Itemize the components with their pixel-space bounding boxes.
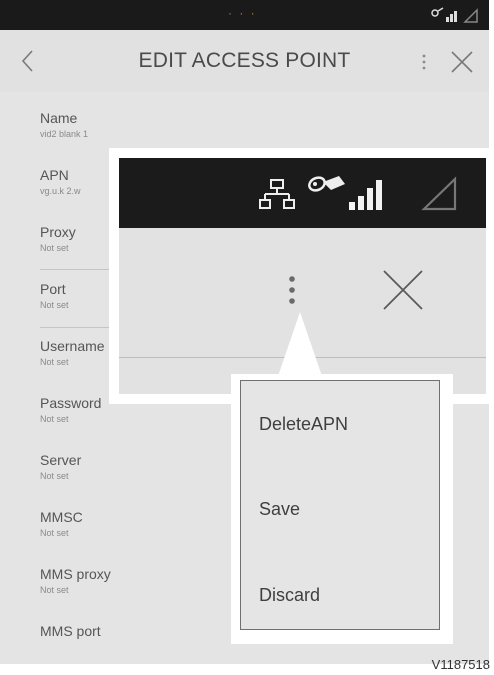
field-value: vid2 blank 1: [40, 129, 89, 139]
more-options-icon[interactable]: [287, 274, 297, 306]
signal-strength-icon: [349, 180, 382, 210]
status-indicator-icon: · · ·: [228, 6, 257, 20]
app-toolbar: EDIT ACCESS POINT: [0, 30, 489, 92]
field-value: Not set: [40, 528, 69, 538]
field-label: Username: [40, 338, 105, 354]
field-label: Server: [40, 452, 82, 468]
signal-icon: [431, 7, 478, 23]
field-label: Port: [40, 281, 66, 297]
field-value: Not set: [40, 414, 69, 424]
field-value: Not set: [40, 357, 69, 367]
status-bar: · · ·: [0, 0, 489, 30]
field-label: Name: [40, 110, 78, 126]
field-value: Not set: [40, 300, 69, 310]
field-label: MMSC: [40, 509, 83, 525]
field-label: APN: [40, 167, 69, 183]
field-value: vg.u.k 2.w: [40, 186, 81, 196]
page-title: EDIT ACCESS POINT: [138, 49, 351, 72]
field-label: MMS port: [40, 623, 101, 639]
more-options-icon[interactable]: [420, 52, 428, 72]
menu-item-delete-apn[interactable]: DeleteAPN: [259, 414, 348, 435]
field-label: Password: [40, 395, 102, 411]
no-signal-icon: [421, 176, 457, 211]
field-label: Proxy: [40, 224, 76, 240]
zoom-status-bar: [119, 158, 486, 228]
close-icon[interactable]: [449, 49, 475, 75]
field-label: MMS proxy: [40, 566, 111, 582]
satellite-icon: [308, 176, 345, 192]
menu-item-save[interactable]: Save: [259, 499, 300, 520]
field-value: Not set: [40, 585, 69, 595]
options-menu: DeleteAPN Save Discard: [240, 380, 440, 630]
figure: · · · EDIT ACCESS POINT Name vid2 blank …: [0, 0, 494, 675]
figure-id: V1187518: [431, 657, 490, 672]
menu-item-discard[interactable]: Discard: [259, 585, 320, 606]
callout-pointer: [276, 312, 324, 382]
field-value: Not set: [40, 243, 69, 253]
close-icon[interactable]: [381, 268, 425, 312]
network-icon: [259, 179, 295, 209]
field-value: Not set: [40, 471, 69, 481]
